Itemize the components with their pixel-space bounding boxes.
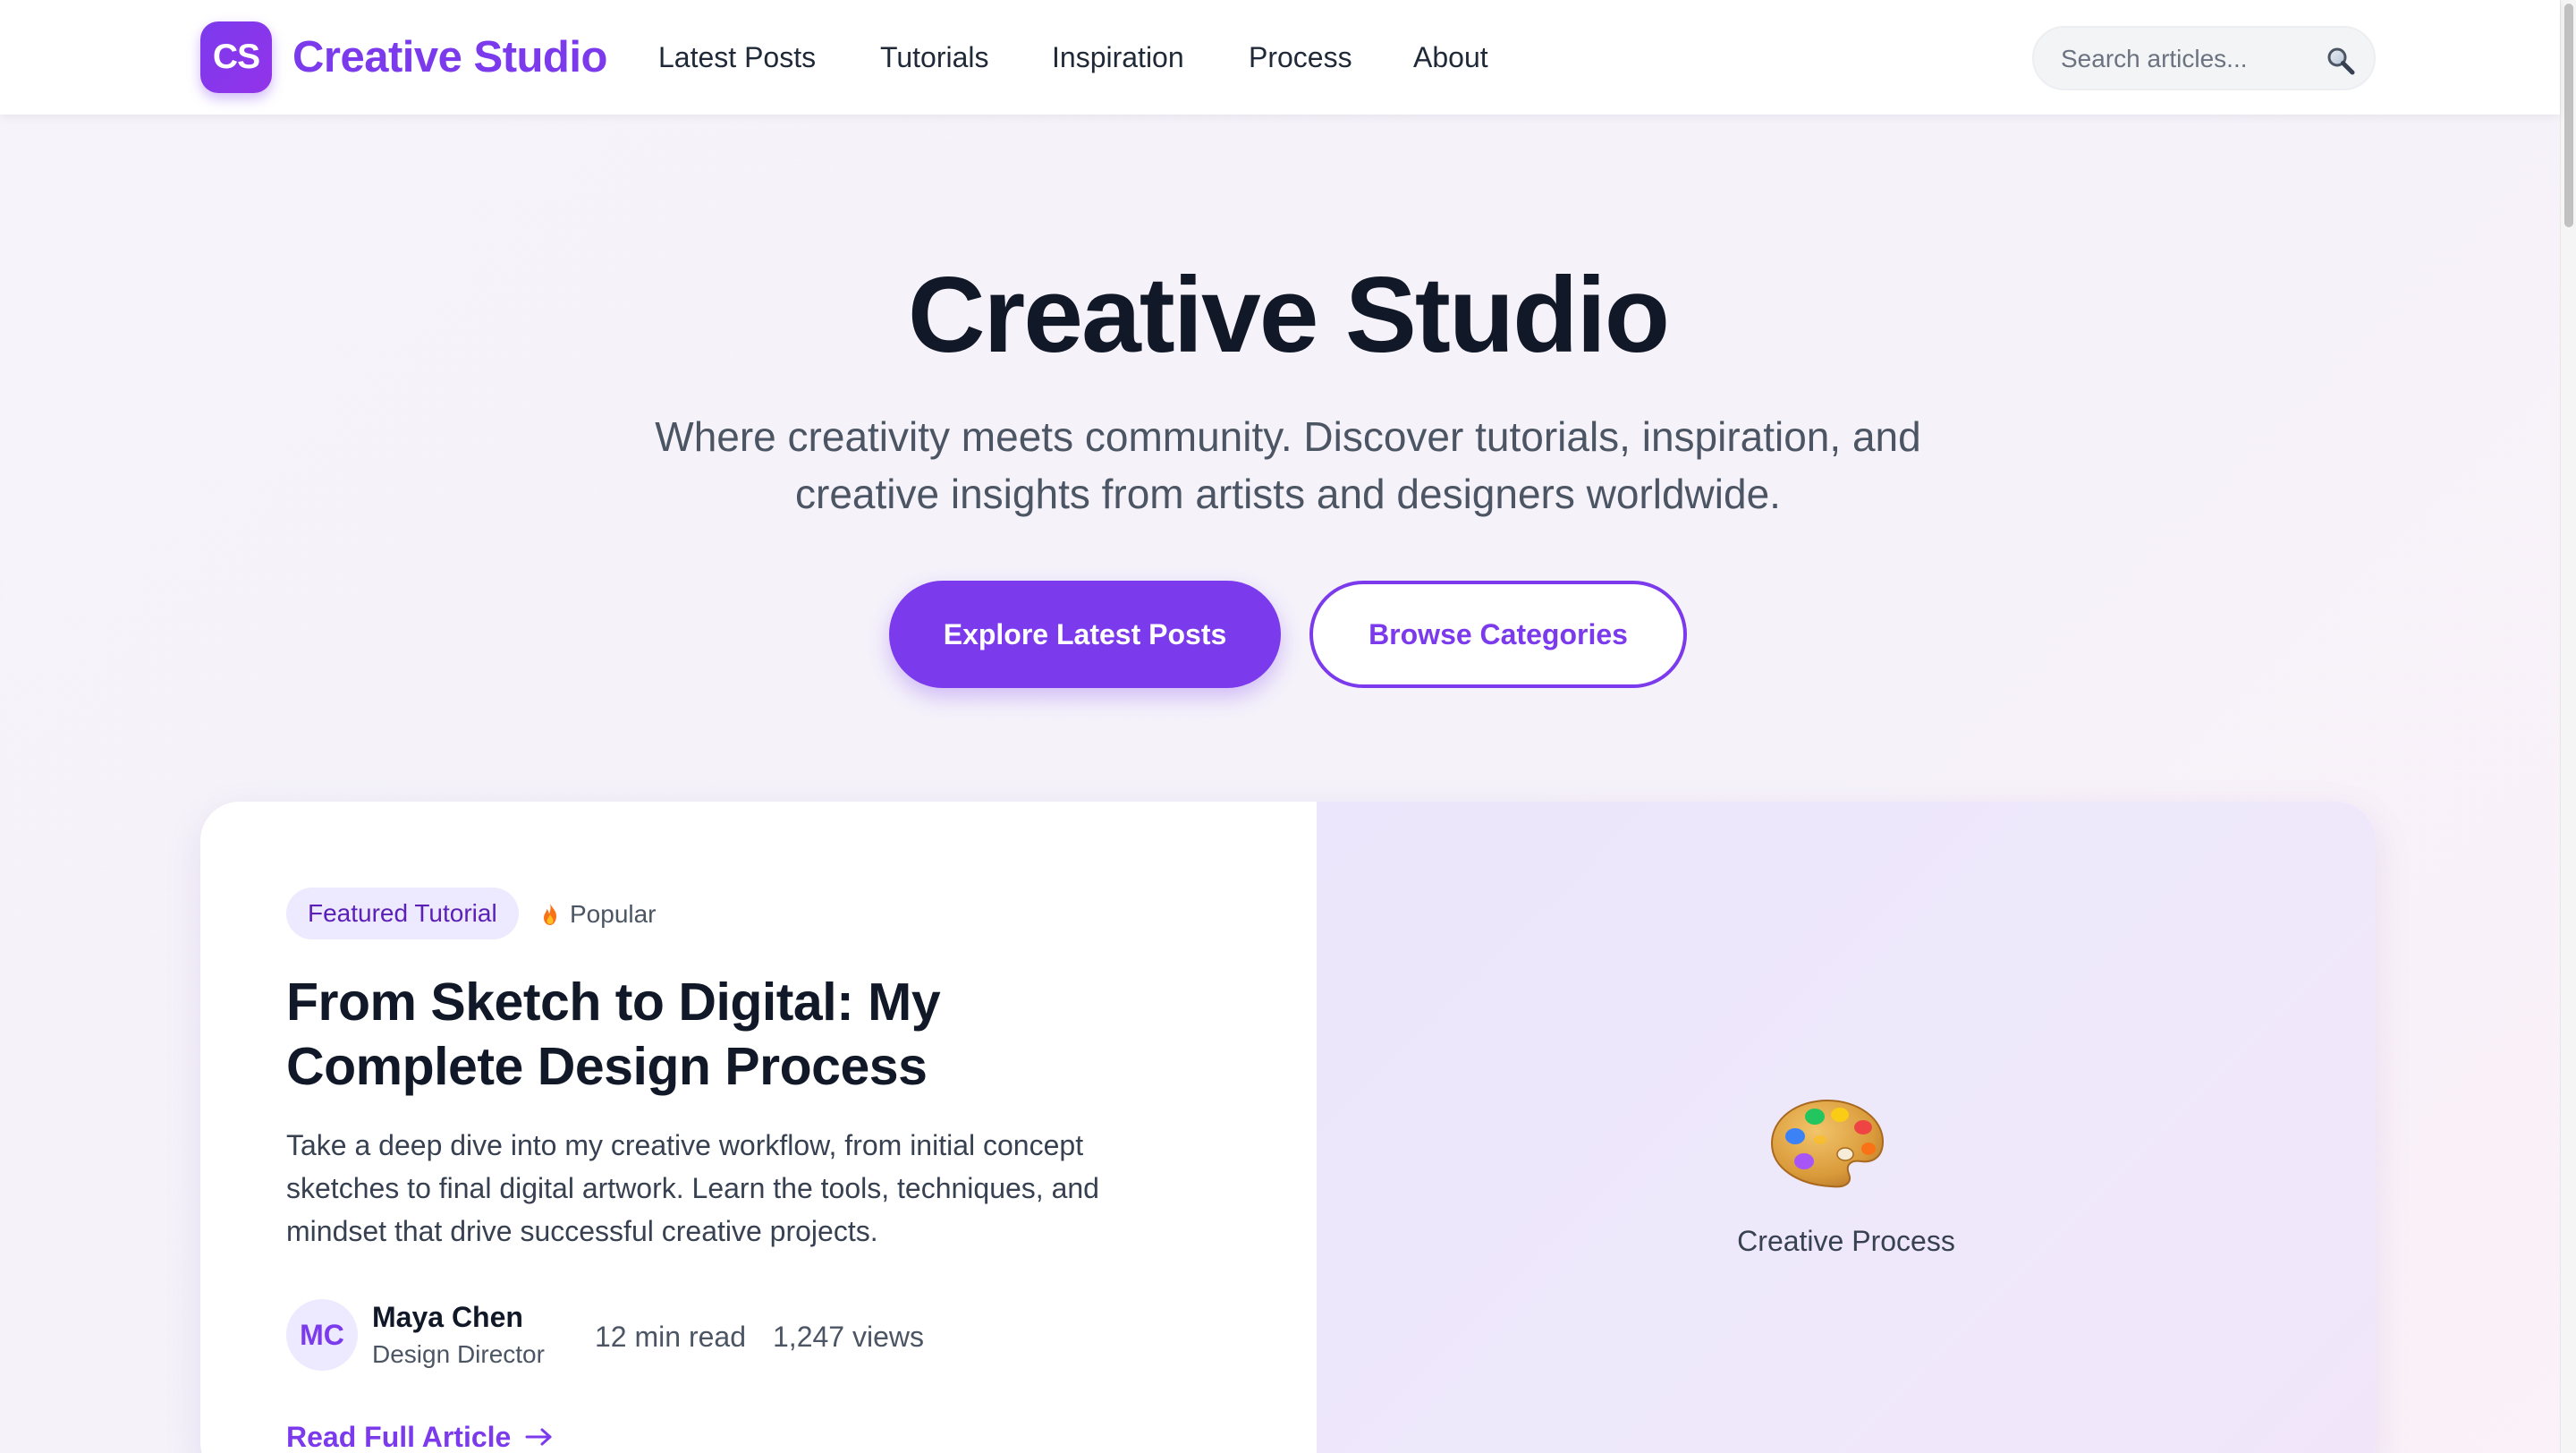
featured-article-excerpt: Take a deep dive into my creative workfl…: [286, 1124, 1190, 1253]
nav-link-latest-posts[interactable]: Latest Posts: [658, 39, 816, 75]
browse-categories-button[interactable]: Browse Categories: [1309, 581, 1687, 688]
hero-title: Creative Studio: [907, 255, 1670, 375]
search-icon[interactable]: [2326, 46, 2356, 76]
arrow-right-icon: [525, 1428, 552, 1446]
main-nav: Latest Posts Tutorials Inspiration Proce…: [0, 0, 1610, 115]
page-scrollbar[interactable]: [2560, 0, 2576, 1453]
palette-icon: [1770, 1099, 1885, 1188]
nav-link-process[interactable]: Process: [1249, 39, 1352, 75]
read-full-article-link[interactable]: Read Full Article: [286, 1415, 554, 1453]
popular-tag: Popular: [539, 896, 657, 932]
hero-subtitle: Where creativity meets community. Discov…: [572, 408, 2004, 523]
article-title-line-1: From Sketch to Digital: My: [286, 973, 941, 1032]
featured-tutorial-badge: Featured Tutorial: [286, 888, 519, 939]
site-header: CS Creative Studio Latest Posts Tutorial…: [0, 0, 2560, 115]
search-input[interactable]: [2061, 42, 2302, 76]
author-role: Design Director: [372, 1340, 545, 1368]
featured-image-caption: Creative Process: [1737, 1225, 1955, 1257]
featured-post-card: Featured Tutorial Popular From Sketch to…: [200, 802, 2376, 1453]
author-name[interactable]: Maya Chen: [372, 1299, 523, 1335]
featured-article-title[interactable]: From Sketch to Digital: My Complete Desi…: [286, 970, 1270, 1099]
read-time: 12 min read: [595, 1321, 746, 1353]
nav-link-about[interactable]: About: [1413, 39, 1488, 75]
article-title-line-2: Complete Design Process: [286, 1037, 928, 1096]
read-full-article-label: Read Full Article: [286, 1420, 512, 1453]
hero-subtitle-line-2: creative insights from artists and desig…: [795, 471, 1781, 517]
view-count: 1,247 views: [773, 1321, 924, 1353]
scrollbar-thumb[interactable]: [2564, 4, 2573, 227]
nav-link-tutorials[interactable]: Tutorials: [880, 39, 989, 75]
article-excerpt-line-1: Take a deep dive into my creative workfl…: [286, 1129, 1084, 1161]
hero-subtitle-line-1: Where creativity meets community. Discov…: [655, 413, 1921, 460]
author-avatar[interactable]: MC: [286, 1299, 358, 1371]
nav-link-inspiration[interactable]: Inspiration: [1052, 39, 1184, 75]
article-excerpt-line-2: sketches to final digital artwork. Learn…: [286, 1172, 1099, 1204]
fire-icon: [544, 903, 556, 925]
search-box: [2032, 26, 2376, 90]
explore-latest-posts-button[interactable]: Explore Latest Posts: [889, 581, 1281, 688]
article-excerpt-line-3: mindset that drive successful creative p…: [286, 1215, 878, 1247]
featured-post-image[interactable]: Creative Process: [1317, 802, 2376, 1453]
popular-label: Popular: [570, 900, 657, 928]
